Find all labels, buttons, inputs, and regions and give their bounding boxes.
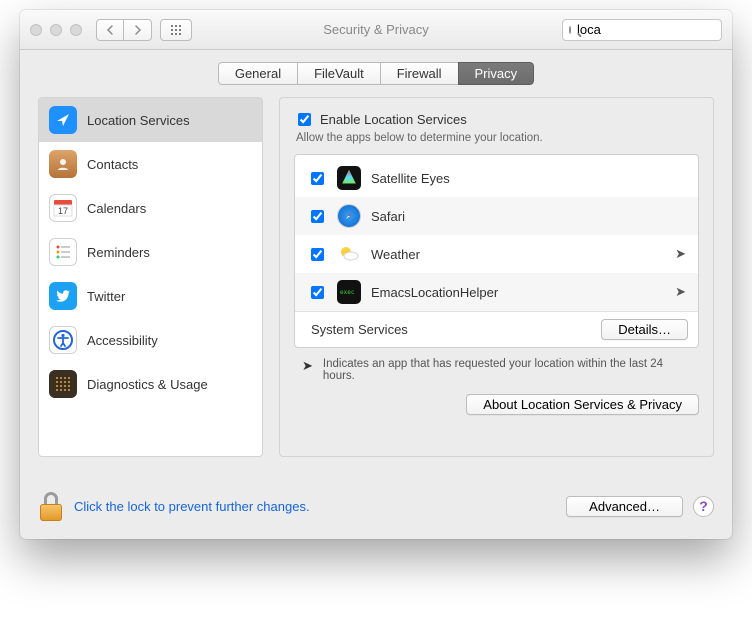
about-location-privacy-button[interactable]: About Location Services & Privacy (466, 394, 699, 415)
close-window[interactable] (30, 24, 42, 36)
search-input[interactable] (575, 21, 732, 38)
twitter-icon (49, 282, 77, 310)
search-icon (569, 26, 571, 34)
lock-button[interactable] (38, 491, 64, 521)
reminders-icon (49, 238, 77, 266)
nav-buttons (96, 19, 152, 41)
app-row-weather: Weather ➤ (295, 235, 698, 273)
sidebar-item-twitter[interactable]: Twitter (39, 274, 262, 318)
sidebar-item-label: Diagnostics & Usage (87, 377, 208, 392)
app-checkbox[interactable] (311, 248, 324, 261)
tab-firewall[interactable]: Firewall (380, 62, 458, 85)
panels: Location Services Contacts 17 Calendars (38, 97, 714, 457)
system-services-row: System Services Details… (295, 311, 698, 347)
svg-text:17: 17 (58, 206, 68, 216)
terminal-icon: exec (337, 280, 361, 304)
back-button[interactable] (96, 19, 124, 41)
privacy-content: Enable Location Services Allow the apps … (279, 97, 714, 457)
app-row-satellite-eyes: Satellite Eyes (295, 159, 698, 197)
calendar-icon: 17 (49, 194, 77, 222)
pane-body: Location Services Contacts 17 Calendars (20, 97, 732, 475)
grid-icon (170, 24, 182, 36)
minimize-window[interactable] (50, 24, 62, 36)
sidebar-item-label: Location Services (87, 113, 190, 128)
recent-location-note-text: Indicates an app that has requested your… (323, 358, 691, 382)
sidebar-item-label: Twitter (87, 289, 125, 304)
app-row-safari: Safari (295, 197, 698, 235)
app-checkbox[interactable] (311, 210, 324, 223)
sidebar-item-label: Reminders (87, 245, 150, 260)
tabs: General FileVault Firewall Privacy (218, 62, 534, 85)
sidebar-item-label: Contacts (87, 157, 138, 172)
lock-body-icon (40, 504, 62, 521)
titlebar: Security & Privacy ✕ (20, 10, 732, 50)
recent-location-icon: ➤ (675, 284, 686, 300)
sidebar-item-calendars[interactable]: 17 Calendars (39, 186, 262, 230)
satellite-eyes-icon (337, 166, 361, 190)
sidebar-item-label: Calendars (87, 201, 146, 216)
sidebar-item-location-services[interactable]: Location Services (39, 98, 262, 142)
weather-icon (337, 242, 361, 266)
safari-icon (337, 204, 361, 228)
tab-privacy[interactable]: Privacy (458, 62, 535, 85)
window-controls (30, 24, 82, 36)
app-checkbox[interactable] (311, 172, 324, 185)
advanced-button[interactable]: Advanced… (566, 496, 683, 517)
system-services-label: System Services (311, 322, 408, 337)
tab-filevault[interactable]: FileVault (297, 62, 380, 85)
forward-button[interactable] (124, 19, 152, 41)
app-label: Safari (371, 209, 405, 224)
lock-text[interactable]: Click the lock to prevent further change… (74, 499, 310, 514)
contacts-icon (49, 150, 77, 178)
privacy-category-list[interactable]: Location Services Contacts 17 Calendars (38, 97, 263, 457)
enable-location-row: Enable Location Services (294, 110, 699, 129)
location-apps-list: Satellite Eyes Safari (294, 154, 699, 348)
enable-location-checkbox[interactable] (298, 113, 311, 126)
search-field-wrap[interactable]: ✕ (562, 19, 722, 41)
enable-location-hint: Allow the apps below to determine your l… (296, 132, 699, 144)
sidebar-item-reminders[interactable]: Reminders (39, 230, 262, 274)
sidebar-item-diagnostics[interactable]: Diagnostics & Usage (39, 362, 262, 406)
enable-location-label: Enable Location Services (320, 112, 467, 127)
footer: Click the lock to prevent further change… (20, 475, 732, 539)
app-row-emacs-location-helper: exec EmacsLocationHelper ➤ (295, 273, 698, 311)
app-label: Satellite Eyes (371, 171, 450, 186)
app-label: EmacsLocationHelper (371, 285, 498, 300)
sidebar-item-label: Accessibility (87, 333, 158, 348)
svg-text:exec: exec (340, 289, 355, 296)
app-checkbox[interactable] (311, 286, 324, 299)
help-button[interactable]: ? (693, 496, 714, 517)
location-arrow-icon: ➤ (302, 358, 313, 374)
recent-location-icon: ➤ (675, 246, 686, 262)
tabs-row: General FileVault Firewall Privacy (20, 50, 732, 97)
sidebar-item-contacts[interactable]: Contacts (39, 142, 262, 186)
recent-location-note: ➤ Indicates an app that has requested yo… (294, 348, 699, 394)
prefs-window: Security & Privacy ✕ General FileVault F… (20, 10, 732, 539)
location-arrow-icon (49, 106, 77, 134)
details-button[interactable]: Details… (601, 319, 688, 340)
zoom-window[interactable] (70, 24, 82, 36)
app-label: Weather (371, 247, 420, 262)
diagnostics-icon (49, 370, 77, 398)
tab-general[interactable]: General (218, 62, 297, 85)
show-all-button[interactable] (160, 19, 192, 41)
sidebar-item-accessibility[interactable]: Accessibility (39, 318, 262, 362)
accessibility-icon (49, 326, 77, 354)
